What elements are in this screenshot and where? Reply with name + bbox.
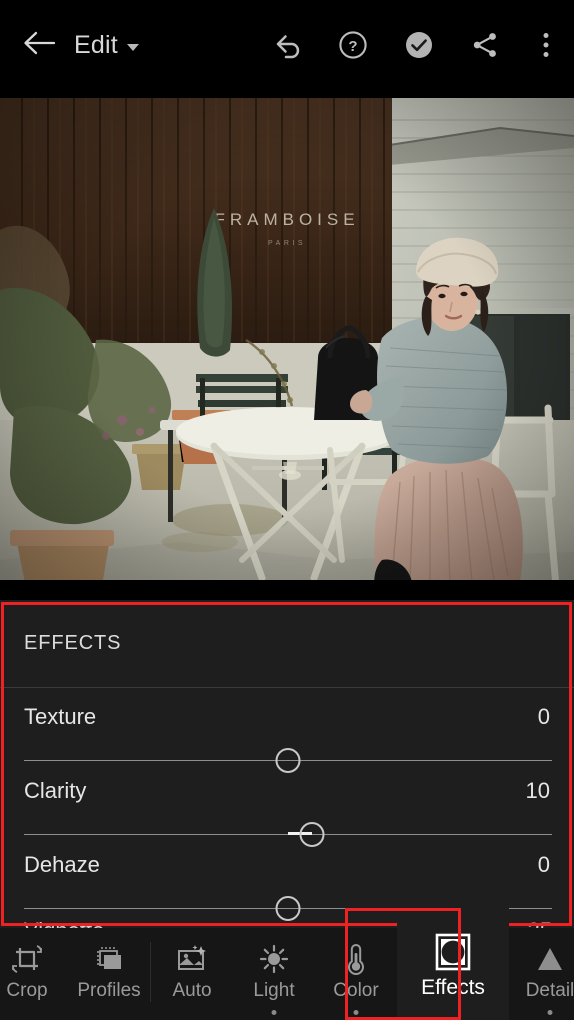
lightroom-edit-screen: Edit ? EFFECTS Texture 0 Clarity 10 Deha… (0, 0, 574, 1020)
more-options-button[interactable] (518, 14, 574, 76)
slider-header: Clarity 10 (0, 762, 574, 804)
help-icon: ? (338, 30, 368, 60)
slider-row-texture[interactable]: Texture 0 (0, 688, 574, 773)
mode-selector[interactable]: Edit (74, 31, 139, 60)
tool-modified-dot (271, 1010, 277, 1015)
tool-label-profiles: Profiles (77, 980, 141, 1001)
slider-label-dehaze: Dehaze (24, 852, 100, 877)
crop-icon (10, 940, 44, 978)
slider-value-dehaze: 0 (537, 852, 550, 877)
check-circle-icon (404, 30, 434, 60)
tool-modified-dot (547, 1010, 553, 1015)
tool-label-effects: Effects (421, 976, 485, 999)
slider-label-texture: Texture (24, 704, 97, 729)
auto-icon (175, 940, 209, 978)
arrow-left-icon (22, 28, 56, 63)
profiles-icon (92, 940, 126, 978)
tool-modified-dot (353, 1010, 359, 1015)
color-icon (341, 940, 371, 978)
share-button[interactable] (452, 14, 518, 76)
light-icon (257, 940, 291, 978)
detail-icon (533, 940, 567, 978)
tool-color[interactable]: Color (315, 928, 397, 1020)
slider-label-clarity: Clarity (24, 778, 87, 803)
tool-crop[interactable]: Crop (0, 928, 68, 1020)
tool-label-light: Light (253, 980, 295, 1001)
tool-label-detail: Detail (525, 980, 574, 1001)
more-vertical-icon (541, 30, 551, 60)
tool-label-auto: Auto (172, 980, 212, 1001)
tool-light[interactable]: Light (233, 928, 315, 1020)
photo-preview-area[interactable]: FRAMBOISE PARIS (0, 90, 574, 600)
slider-value-clarity: 10 (525, 778, 550, 803)
top-bar-actions: ? (254, 14, 574, 76)
tool-auto[interactable]: Auto (151, 928, 233, 1020)
effects-panel-header: EFFECTS (0, 600, 574, 688)
svg-text:?: ? (348, 38, 357, 55)
edited-photo[interactable]: FRAMBOISE PARIS (0, 90, 574, 600)
top-app-bar: Edit ? (0, 0, 574, 90)
done-button[interactable] (386, 14, 452, 76)
tool-profiles[interactable]: Profiles (68, 928, 150, 1020)
slider-row-dehaze[interactable]: Dehaze 0 (0, 836, 574, 921)
tool-detail[interactable]: Detail (509, 928, 574, 1020)
tool-label-crop: Crop (6, 980, 48, 1001)
slider-header: Texture 0 (0, 688, 574, 730)
tool-effects[interactable]: Effects (397, 908, 509, 1020)
effects-panel-title: EFFECTS (24, 632, 122, 654)
back-button[interactable] (8, 14, 70, 76)
undo-button[interactable] (254, 14, 320, 76)
undo-icon (271, 31, 303, 59)
slider-value-texture: 0 (537, 704, 550, 729)
tool-label-color: Color (333, 980, 379, 1001)
page-title: Edit (74, 30, 118, 59)
slider-header: Dehaze 0 (0, 836, 574, 878)
chevron-down-icon (126, 43, 139, 51)
share-icon (470, 30, 500, 60)
help-button[interactable]: ? (320, 14, 386, 76)
edit-tools-toolbar: Crop Profiles Auto Light Color Effects D… (0, 908, 574, 1020)
slider-row-clarity[interactable]: Clarity 10 (0, 762, 574, 847)
effects-icon (433, 930, 473, 974)
